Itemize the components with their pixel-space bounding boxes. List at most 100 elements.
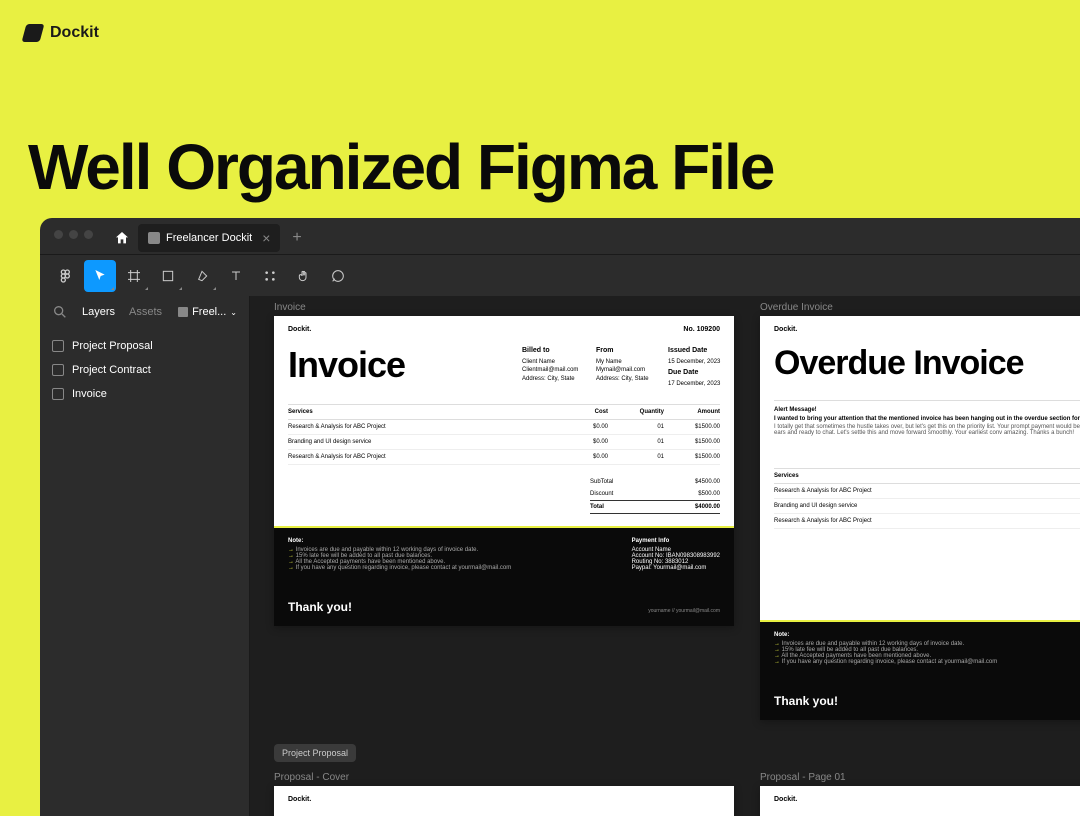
chevron-down-icon: [111, 287, 114, 290]
frame-icon: [52, 388, 64, 400]
page-headline: Well Organized Figma File: [28, 130, 773, 204]
overdue-invoice-frame[interactable]: Dockit. Overdue Invoice Billed to Client…: [760, 316, 1080, 720]
tab-layers[interactable]: Layers: [82, 306, 115, 318]
layers-panel: Layers Assets Freel... ⌄ Project Proposa…: [40, 296, 250, 816]
frame-icon: [52, 340, 64, 352]
label: Payment Info: [632, 538, 720, 544]
frame-tool[interactable]: [118, 260, 150, 292]
doc-logo: Dockit.: [774, 796, 797, 803]
section-label[interactable]: Project Proposal: [274, 744, 356, 762]
doc-logo: Dockit.: [774, 326, 797, 333]
frame-label[interactable]: Invoice: [274, 302, 306, 313]
cell: $0.00: [552, 454, 608, 460]
close-icon[interactable]: ×: [262, 230, 270, 246]
overdue-table: Services Co Research & Analysis for ABC …: [774, 468, 1080, 529]
home-icon: [114, 230, 130, 246]
value: $4000.00: [695, 504, 720, 510]
frame-label[interactable]: Proposal - Page 01: [760, 772, 846, 783]
menu-button[interactable]: [50, 260, 82, 292]
invoice-title: Invoice: [288, 344, 405, 386]
comment-icon: [330, 268, 346, 284]
doc-logo: Dockit.: [288, 326, 311, 333]
layer-name: Project Proposal: [72, 340, 153, 352]
hand-tool[interactable]: [288, 260, 320, 292]
brand-name: Dockit: [50, 24, 99, 42]
tab-title: Freelancer Dockit: [166, 232, 252, 244]
frame-label[interactable]: Proposal - Cover: [274, 772, 349, 783]
search-button[interactable]: [52, 304, 68, 320]
invoice-footer: Note: Invoices are due and payable withi…: [274, 526, 734, 626]
alert-bold: I wanted to bring your attention that th…: [774, 416, 1080, 422]
table-row: Research & Analysis for ABC Project$0.0: [774, 484, 1080, 499]
invoice-frame[interactable]: Dockit. No. 109200 Invoice Billed to Cli…: [274, 316, 734, 626]
traffic-light-maximize[interactable]: [84, 230, 93, 239]
cell: $0.00: [552, 424, 608, 430]
layer-name: Project Contract: [72, 364, 151, 376]
toolbar: [40, 254, 1080, 296]
label: Billed to: [522, 346, 578, 356]
hand-icon: [296, 268, 312, 284]
home-button[interactable]: [110, 226, 134, 250]
resources-icon: [262, 268, 278, 284]
brand: Dockit: [24, 24, 99, 42]
search-icon: [52, 304, 68, 320]
text-icon: [228, 268, 244, 284]
add-tab-button[interactable]: +: [284, 229, 309, 247]
chevron-down-icon: ⌄: [230, 308, 237, 317]
figma-logo-icon: [58, 268, 74, 284]
value: $500.00: [698, 491, 720, 497]
layer-item[interactable]: Project Proposal: [40, 334, 249, 358]
overdue-footer: Note: Invoices are due and payable withi…: [760, 620, 1080, 720]
subtotal-row: SubTotal$4500.00: [590, 476, 720, 488]
alert-message: Alert Message! I wanted to bring your at…: [774, 400, 1080, 436]
table-row: Research & Analysis for ABC Project$0.00…: [288, 420, 720, 435]
tab-assets[interactable]: Assets: [129, 306, 162, 318]
thank-you: Thank you!: [774, 694, 838, 708]
traffic-light-minimize[interactable]: [69, 230, 78, 239]
pen-tool[interactable]: [186, 260, 218, 292]
label: Note:: [774, 632, 1080, 638]
value: Paypal: Yourmail@mail.com: [632, 565, 720, 571]
col-amount: Amount: [664, 409, 720, 415]
shape-tool[interactable]: [152, 260, 184, 292]
table-row: Research & Analysis for ABC Project$0.00…: [288, 450, 720, 465]
move-tool[interactable]: [84, 260, 116, 292]
file-tab[interactable]: Freelancer Dockit ×: [138, 224, 280, 252]
layer-list: Project Proposal Project Contract Invoic…: [40, 328, 249, 412]
layer-item[interactable]: Project Contract: [40, 358, 249, 382]
cell: Research & Analysis for ABC Project: [774, 518, 1080, 524]
resources-tool[interactable]: [254, 260, 286, 292]
cell: $1500.00: [664, 454, 720, 460]
tab-bar: Freelancer Dockit × +: [110, 224, 310, 252]
value: My Name: [596, 358, 649, 366]
cell: Research & Analysis for ABC Project: [774, 488, 1080, 494]
comment-tool[interactable]: [322, 260, 354, 292]
total-row: Total$4000.00: [590, 500, 720, 514]
cell: Research & Analysis for ABC Project: [288, 454, 552, 460]
pen-icon: [194, 268, 210, 284]
table-row: Research & Analysis for ABC Project$0.0: [774, 514, 1080, 529]
col-cost: Cost: [552, 409, 608, 415]
brand-logo-icon: [22, 24, 45, 42]
figma-window: Freelancer Dockit × + Layers Assets Free…: [40, 218, 1080, 816]
totals-block: SubTotal$4500.00 Discount $500.00 Total$4…: [590, 476, 720, 514]
proposal-cover-frame[interactable]: Dockit.: [274, 786, 734, 816]
signature: yourname // yourmail@mail.com: [648, 608, 720, 614]
value: Clientmail@mail.com: [522, 366, 578, 374]
proposal-page-frame[interactable]: Dockit. To: [760, 786, 1080, 816]
layer-item[interactable]: Invoice: [40, 382, 249, 406]
pages-dropdown[interactable]: Freel... ⌄: [178, 306, 237, 318]
canvas[interactable]: Invoice Dockit. No. 109200 Invoice Bille…: [250, 296, 1080, 816]
value: Client Name: [522, 358, 578, 366]
cell: Branding and UI design service: [288, 439, 552, 445]
label: From: [596, 346, 649, 356]
payment-info-block: Payment Info Account Name Account No: IB…: [632, 538, 720, 571]
value: 17 December, 2023: [668, 380, 720, 388]
page-icon: [178, 307, 188, 317]
text-tool[interactable]: [220, 260, 252, 292]
traffic-light-close[interactable]: [54, 230, 63, 239]
table-header: Services Co: [774, 468, 1080, 484]
frame-label[interactable]: Overdue Invoice: [760, 302, 833, 313]
label: Discount: [590, 491, 613, 497]
doc-logo: Dockit.: [288, 796, 311, 803]
